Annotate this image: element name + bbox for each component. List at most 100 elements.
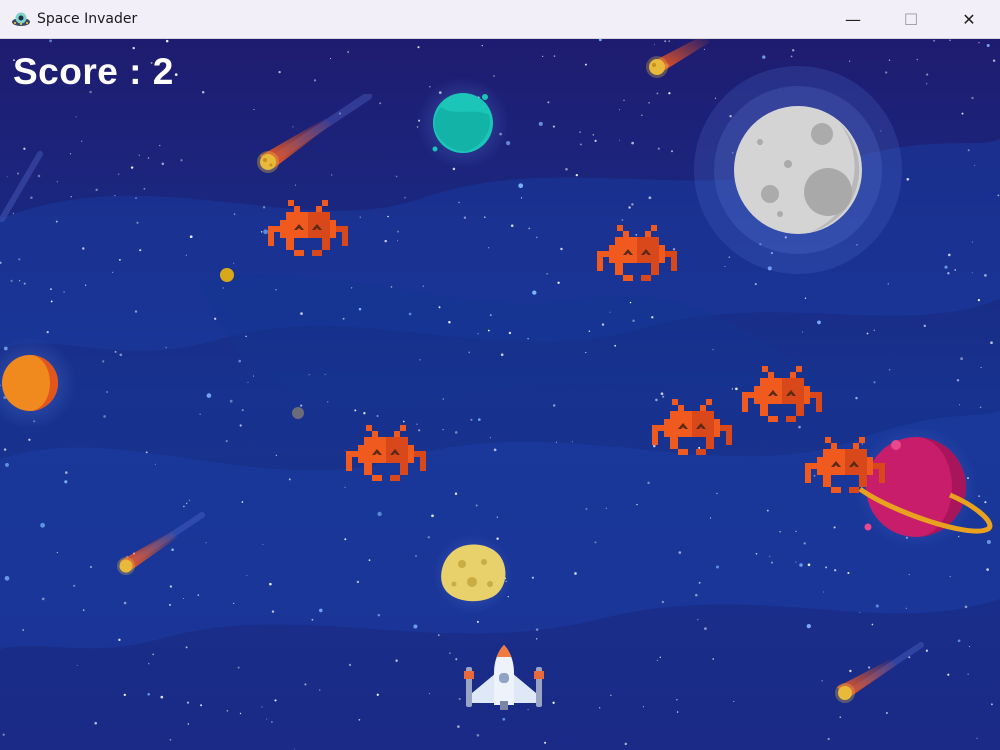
star [802,331,804,333]
star [3,448,7,451]
star [23,282,26,285]
star [958,404,961,406]
star [408,312,412,316]
star [821,680,823,682]
star [442,429,444,431]
star [656,92,659,95]
star [84,284,87,286]
star [384,239,387,243]
star [454,492,458,495]
star [118,638,121,642]
star [657,147,660,150]
meteor [0,151,43,222]
star [661,600,665,604]
star [496,516,499,518]
star [916,58,919,61]
star [923,324,927,328]
alien-ufo-icon [12,12,30,26]
star [233,213,236,215]
star [200,704,203,707]
star [359,216,362,218]
star [201,91,205,94]
star [834,569,837,572]
star [662,395,665,398]
star [709,517,712,519]
star [804,297,807,299]
star [619,109,621,111]
star [237,666,240,669]
star [792,49,795,52]
star [81,140,83,142]
maximize-button[interactable]: ☐ [888,0,934,39]
meteor [117,512,205,575]
star [755,552,758,555]
minimize-button[interactable]: — [830,0,876,39]
star [95,188,98,192]
star [971,241,974,243]
star [130,166,134,169]
star [477,418,481,421]
star [553,404,556,407]
star [532,290,537,295]
star [697,619,699,621]
star [579,143,582,146]
star [169,585,173,588]
star [119,259,121,261]
star [610,694,612,696]
star [402,420,405,423]
star [977,298,981,302]
star [659,656,662,659]
star [186,701,190,704]
star [908,573,910,576]
alien-invader [268,200,348,256]
star [500,353,504,356]
star [232,262,235,264]
title-bar: Space Invader — ☐ ✕ [0,0,1000,39]
star [520,197,523,199]
star [990,341,993,345]
star [992,59,996,62]
star [614,344,617,347]
meteor [835,642,924,703]
star [733,700,735,702]
star [56,551,58,554]
star [698,581,701,584]
star [510,224,514,227]
star [185,646,188,649]
star [888,368,891,371]
star [477,333,479,335]
star [873,381,876,384]
star [75,116,77,118]
star [779,531,781,533]
close-button[interactable]: ✕ [946,0,992,39]
star [241,501,244,503]
star [592,134,595,136]
star [56,181,58,183]
star [827,737,830,741]
star [947,272,950,275]
star [135,197,137,200]
star [245,335,247,338]
star [103,415,106,418]
star [233,602,235,605]
star [214,317,217,320]
star [136,221,139,224]
star [557,281,560,284]
star [147,693,150,696]
star [222,287,224,289]
star [189,235,193,239]
game-canvas[interactable]: Score : 2 [0,39,1000,750]
star [535,236,538,239]
star [997,194,1000,197]
star [984,274,987,277]
player-spaceship[interactable] [462,643,546,713]
star [356,580,360,584]
star [368,559,371,562]
star [261,706,263,708]
star [799,563,803,567]
star [546,273,548,275]
star [308,373,310,376]
star [493,448,497,452]
star [275,454,278,456]
star [160,695,164,699]
